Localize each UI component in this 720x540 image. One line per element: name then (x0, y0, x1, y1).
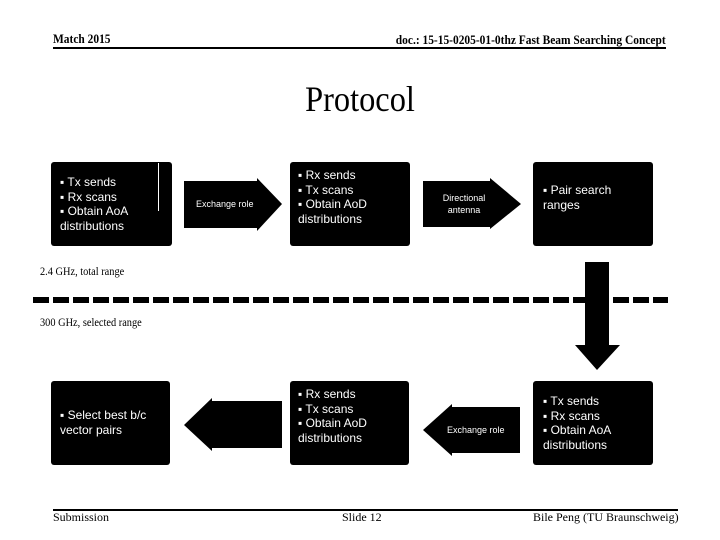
box-line: ▪ Obtain AoA (543, 423, 612, 437)
box-line: ▪ Tx sends (60, 175, 117, 189)
upper-range-label: 2.4 GHz, total range (40, 266, 125, 278)
header-rule (53, 47, 666, 49)
arrow-label-line: antenna (447, 205, 481, 215)
header-date: Match 2015 (53, 31, 111, 46)
box-line: ▪ Rx scans (543, 408, 600, 423)
left-arrow-icon (184, 398, 282, 451)
arrow-label-line: Directional (442, 193, 486, 203)
slide-title: Protocol (305, 79, 415, 119)
box-line: distributions (298, 430, 363, 445)
header-doc-id: doc.: 15-15-0205-01-0thz Fast Beam Searc… (396, 32, 666, 47)
box-line: ▪ Tx scans (298, 401, 354, 416)
box-line: distributions (543, 437, 608, 452)
box-line: ▪ Rx scans (60, 189, 117, 204)
box-line: ▪ Rx sends (298, 387, 356, 401)
box-line: ▪ Obtain AoD (298, 197, 367, 211)
top-arrow-directional-antenna: Directional antenna (423, 178, 522, 230)
box-line: ▪ Tx scans (298, 182, 354, 197)
box-line: ▪ Rx sends (298, 168, 356, 182)
box-line: ranges (543, 197, 580, 212)
arrow-label: Exchange role (196, 199, 254, 209)
lower-range-label: 300 GHz, selected range (40, 317, 142, 329)
box-line: ▪ Tx sends (543, 394, 600, 408)
down-arrow-icon (575, 262, 620, 370)
text-cursor-line (158, 163, 159, 211)
box-line: distributions (298, 211, 363, 226)
bottom-box-select-best: ▪ Select best b/c vector pairs (51, 381, 170, 465)
box-line: ▪ Obtain AoA (60, 204, 129, 218)
bottom-box-rx-sends: ▪ Rx sends ▪ Tx scans ▪ Obtain AoD distr… (290, 381, 409, 465)
top-box-pair-search: ▪ Pair search ranges (533, 162, 653, 246)
box-line: vector pairs (60, 422, 123, 437)
bottom-arrow-left (184, 398, 283, 452)
top-box-rx-sends: ▪ Rx sends ▪ Tx scans ▪ Obtain AoD distr… (290, 162, 410, 246)
arrow-label: Exchange role (447, 425, 505, 435)
top-arrow-exchange-role: Exchange role (184, 178, 283, 232)
arrow-label: Directional antenna (437, 192, 491, 216)
box-line: ▪ Select best b/c (60, 408, 147, 422)
footer-author: Bile Peng (TU Braunschweig) (533, 510, 679, 524)
bottom-arrow-exchange-role: Exchange role (423, 404, 521, 457)
footer-submission: Submission (53, 510, 110, 524)
bottom-box-tx-sends: ▪ Tx sends ▪ Rx scans ▪ Obtain AoA distr… (533, 381, 653, 465)
down-arrow (575, 262, 621, 371)
footer-slide-number: Slide 12 (342, 510, 382, 524)
top-box-tx-sends: ▪ Tx sends ▪ Rx scans ▪ Obtain AoA distr… (51, 162, 172, 246)
frequency-divider-dashed-line (33, 297, 668, 303)
box-line: ▪ Obtain AoD (298, 416, 367, 430)
box-line: ▪ Pair search (543, 183, 612, 197)
box-line: distributions (60, 218, 125, 233)
